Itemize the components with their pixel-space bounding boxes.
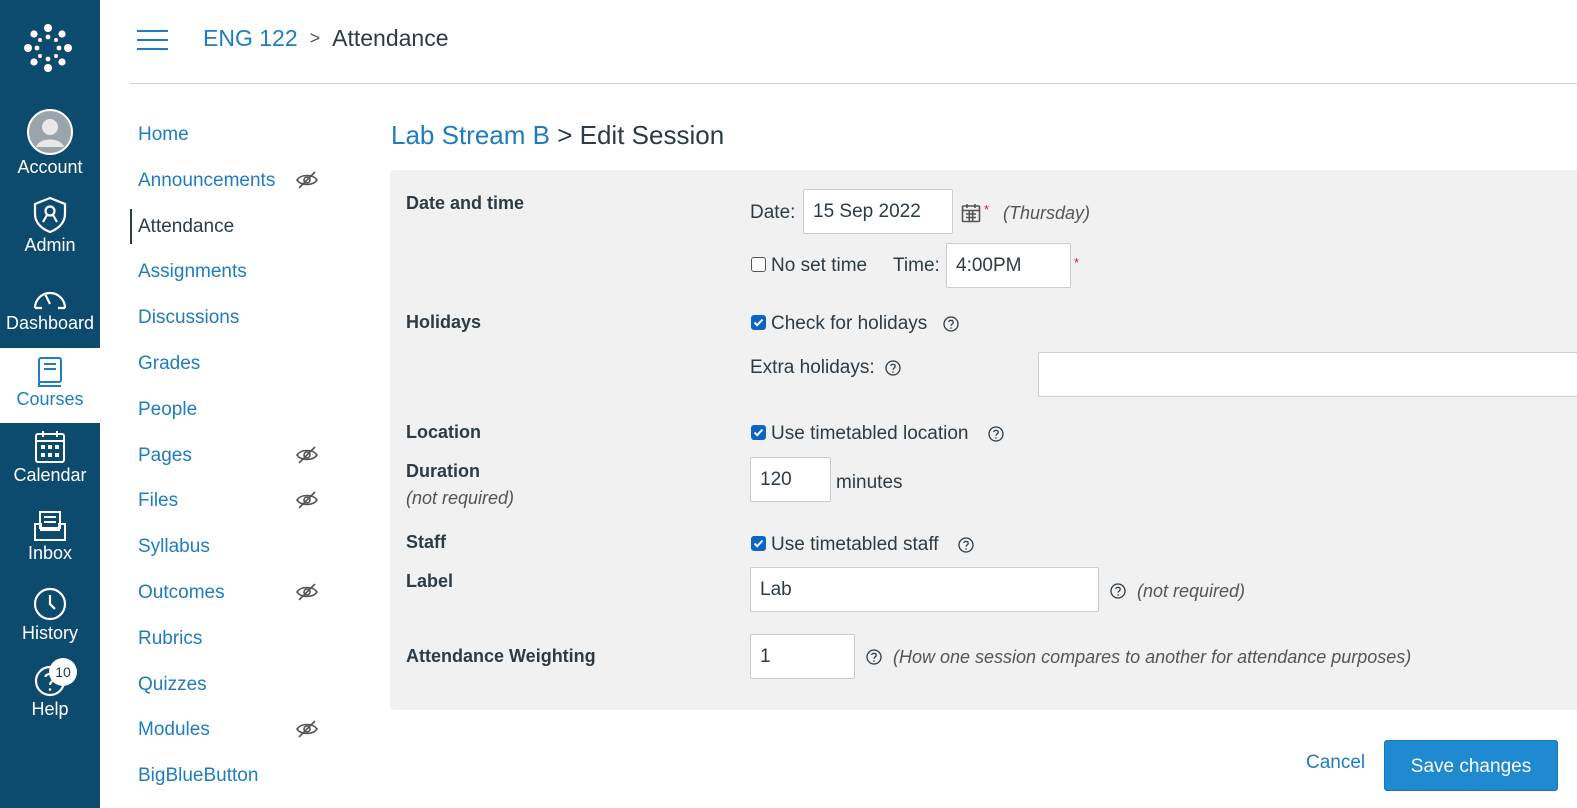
clock-icon: [32, 586, 68, 622]
session-label-label: Label: [406, 571, 454, 591]
use-location-checkbox[interactable]: [751, 425, 766, 440]
course-nav-assignments[interactable]: Assignments: [130, 249, 340, 295]
page-title: Lab Stream B > Edit Session: [391, 118, 724, 152]
date-time-label: Date and time: [406, 193, 525, 213]
help-question-icon[interactable]: [958, 537, 974, 553]
course-nav-attendance[interactable]: Attendance: [130, 204, 340, 250]
date-input[interactable]: [803, 189, 953, 234]
required-marker: *: [984, 202, 990, 217]
use-location-label: Use timetabled location: [771, 423, 969, 444]
course-nav-announcements[interactable]: Announcements: [130, 158, 340, 204]
time-input[interactable]: [946, 243, 1071, 288]
no-set-time-checkbox[interactable]: [751, 257, 766, 272]
course-nav-modules[interactable]: Modules: [130, 707, 340, 753]
duration-note: (not required): [406, 488, 515, 508]
extra-holidays-input[interactable]: [1038, 352, 1577, 397]
global-nav-history[interactable]: History: [0, 586, 100, 644]
no-set-time-label: No set time: [771, 255, 868, 276]
save-changes-button[interactable]: Save changes: [1384, 740, 1558, 791]
global-nav-admin[interactable]: Admin: [0, 196, 100, 256]
admin-shield-icon: [32, 196, 68, 234]
breadcrumb-separator: >: [309, 28, 321, 48]
required-marker: *: [1074, 255, 1080, 270]
global-nav-label: Dashboard: [5, 313, 95, 333]
help-question-icon[interactable]: [1110, 583, 1126, 599]
global-nav-label: Account: [17, 157, 83, 177]
holidays-label: Holidays: [406, 312, 482, 332]
help-question-icon[interactable]: [866, 649, 882, 665]
global-nav-label: Courses: [16, 389, 84, 409]
check-holidays-checkbox[interactable]: [751, 315, 766, 330]
global-nav-calendar[interactable]: Calendar: [0, 430, 100, 486]
hidden-eye-slash-icon: [296, 583, 318, 601]
duration-input[interactable]: [750, 457, 831, 502]
hidden-eye-slash-icon: [296, 446, 318, 464]
weighting-input[interactable]: [750, 634, 855, 679]
session-stream-link[interactable]: Lab Stream B: [391, 120, 550, 150]
global-nav-dashboard[interactable]: Dashboard: [0, 284, 100, 334]
header-divider: [130, 83, 1577, 84]
course-nav-pages[interactable]: Pages: [130, 433, 340, 479]
extra-holidays-label: Extra holidays:: [750, 357, 875, 378]
course-nav: Home Announcements Attendance Assignment…: [130, 112, 340, 799]
date-weekday: (Thursday): [1003, 203, 1091, 223]
course-nav-outcomes[interactable]: Outcomes: [130, 570, 340, 616]
date-label: Date:: [750, 202, 796, 223]
breadcrumb-current: Attendance: [332, 25, 449, 51]
global-nav-label: Inbox: [27, 543, 73, 563]
help-question-icon[interactable]: [988, 426, 1004, 442]
check-holidays-label: Check for holidays: [771, 313, 928, 334]
calendar-picker-icon[interactable]: [961, 203, 981, 223]
global-nav-label: Help: [31, 699, 69, 719]
calendar-icon: [34, 430, 66, 464]
book-icon: [36, 356, 64, 388]
hidden-eye-slash-icon: [296, 720, 318, 738]
label-note: (not required): [1137, 581, 1246, 601]
global-nav-label: History: [21, 623, 78, 643]
avatar-icon: [26, 108, 74, 156]
edit-session-form: Date and time Date: * (Thursday) No set …: [390, 170, 1577, 710]
help-question-icon[interactable]: [943, 316, 959, 332]
use-staff-checkbox[interactable]: [751, 536, 766, 551]
global-nav-inbox[interactable]: Inbox: [0, 510, 100, 564]
use-staff-label: Use timetabled staff: [771, 534, 939, 555]
duration-unit: minutes: [836, 472, 903, 493]
dashboard-icon: [32, 284, 68, 312]
course-nav-people[interactable]: People: [130, 387, 340, 433]
time-label: Time:: [893, 255, 940, 276]
breadcrumb: ENG 122 > Attendance: [203, 24, 449, 52]
global-nav: Account Admin Dashboard Courses Calendar…: [0, 0, 100, 808]
course-nav-rubrics[interactable]: Rubrics: [130, 616, 340, 662]
inbox-icon: [33, 510, 67, 542]
course-nav-quizzes[interactable]: Quizzes: [130, 662, 340, 708]
course-nav-syllabus[interactable]: Syllabus: [130, 524, 340, 570]
location-label: Location: [406, 422, 481, 442]
canvas-logo-icon[interactable]: [20, 20, 76, 76]
staff-label: Staff: [406, 532, 446, 552]
breadcrumb-course-link[interactable]: ENG 122: [203, 24, 298, 52]
global-nav-courses[interactable]: Courses: [0, 348, 100, 423]
cancel-button[interactable]: Cancel: [1306, 752, 1365, 774]
help-question-icon[interactable]: [885, 360, 901, 376]
weighting-note: (How one session compares to another for…: [893, 647, 1412, 667]
global-nav-help[interactable]: 10 Help: [0, 658, 100, 720]
hidden-eye-slash-icon: [296, 491, 318, 509]
help-count-badge: 10: [49, 658, 77, 686]
course-nav-grades[interactable]: Grades: [130, 341, 340, 387]
course-nav-discussions[interactable]: Discussions: [130, 295, 340, 341]
course-nav-home[interactable]: Home: [130, 112, 340, 158]
session-label-input[interactable]: [750, 567, 1099, 612]
hidden-eye-slash-icon: [296, 171, 318, 189]
global-nav-account[interactable]: Account: [0, 108, 100, 178]
weighting-label: Attendance Weighting: [406, 646, 596, 666]
duration-label: Duration: [406, 461, 480, 481]
page-title-text: > Edit Session: [557, 120, 725, 150]
course-menu-toggle-button[interactable]: [137, 28, 169, 52]
global-nav-label: Admin: [24, 235, 76, 255]
course-nav-bigbluebutton[interactable]: BigBlueButton: [130, 753, 340, 799]
course-nav-files[interactable]: Files: [130, 478, 340, 524]
global-nav-label: Calendar: [13, 465, 87, 485]
